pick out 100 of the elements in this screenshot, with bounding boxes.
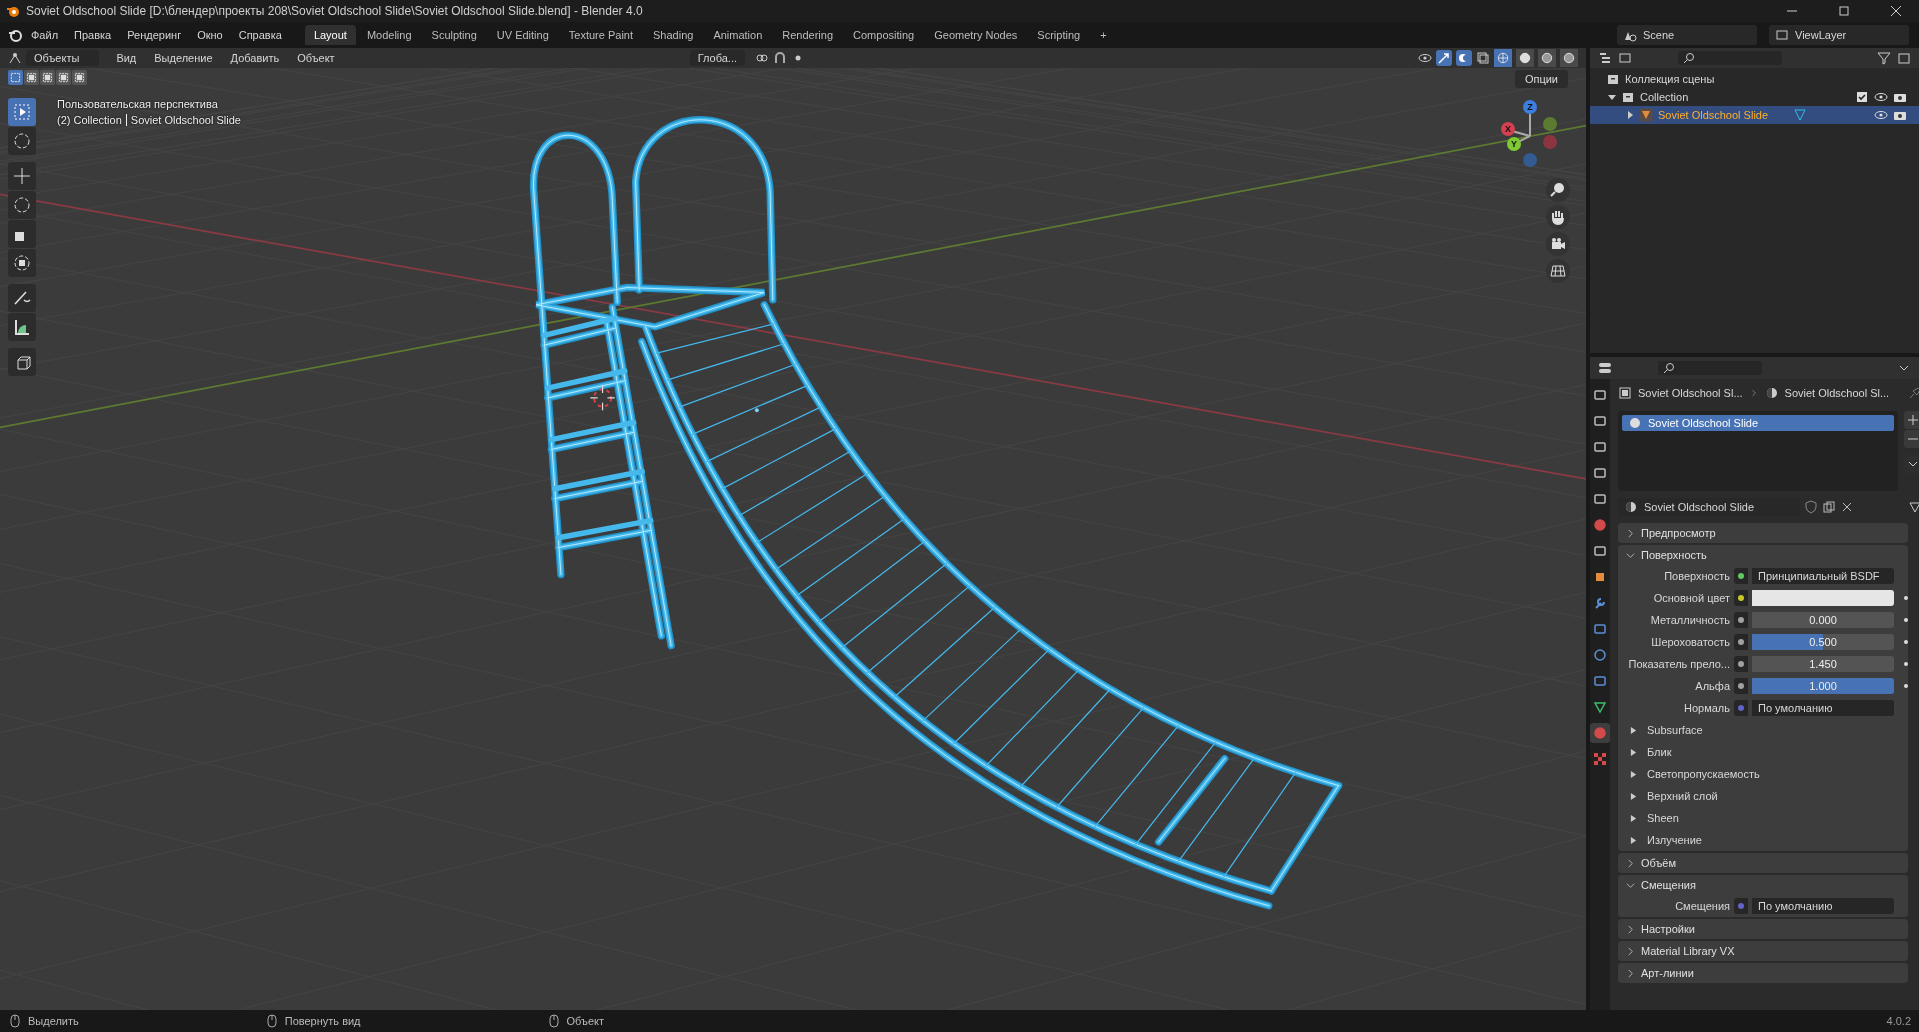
- selection-mode-button[interactable]: [8, 70, 23, 85]
- annotate-icon[interactable]: [8, 284, 36, 312]
- scene-field[interactable]: Scene: [1617, 25, 1757, 45]
- outliner-row[interactable]: Collection: [1590, 88, 1919, 106]
- rotate-icon[interactable]: [8, 191, 36, 219]
- z-axis-handle[interactable]: Z: [1523, 100, 1537, 114]
- new-collection-icon[interactable]: [1897, 51, 1911, 65]
- transform-icon[interactable]: [8, 249, 36, 277]
- options-dropdown[interactable]: Опции: [1514, 70, 1568, 88]
- eye-icon[interactable]: [1418, 51, 1432, 65]
- expand-triangle-icon[interactable]: [1630, 814, 1637, 822]
- scale-icon[interactable]: [8, 220, 36, 248]
- pivot-icon[interactable]: [755, 51, 769, 65]
- selection-mode-button[interactable]: [24, 70, 39, 85]
- view-layer-field[interactable]: ViewLayer: [1769, 25, 1909, 45]
- axis-handle[interactable]: [1523, 153, 1537, 167]
- menu-item[interactable]: Окно: [190, 27, 230, 43]
- workspace-tab[interactable]: Scripting: [1028, 25, 1090, 45]
- workspace-tab[interactable]: Layout: [304, 25, 356, 45]
- outliner-row[interactable]: Коллекция сцены: [1590, 70, 1919, 88]
- material-slot[interactable]: Soviet Oldschool Slide: [1622, 415, 1894, 431]
- mode-dropdown[interactable]: Объекты: [26, 50, 100, 66]
- menu-item[interactable]: Рендеринг: [120, 27, 189, 43]
- panel-header[interactable]: Поверхность: [1618, 545, 1908, 565]
- workspace-tab[interactable]: UV Editing: [487, 25, 558, 45]
- zoom-icon[interactable]: [1546, 178, 1570, 202]
- panel-header[interactable]: Арт-линии: [1618, 963, 1908, 983]
- subpanel-header[interactable]: Светопропускаемость: [1647, 768, 1760, 780]
- shield-icon[interactable]: [1804, 500, 1818, 514]
- workspace-tab[interactable]: Animation: [704, 25, 772, 45]
- keyframe-dot-icon[interactable]: [1904, 662, 1908, 666]
- material-name-field[interactable]: Soviet Oldschool Slide: [1618, 498, 1800, 516]
- pin-icon[interactable]: [1908, 386, 1919, 400]
- x-axis-handle[interactable]: X: [1501, 122, 1515, 136]
- move-icon[interactable]: [8, 162, 36, 190]
- disclosure-triangle-icon[interactable]: [1608, 93, 1616, 101]
- shading-mode-button[interactable]: [1538, 49, 1556, 67]
- properties-editor-icon[interactable]: [1598, 361, 1612, 375]
- 3d-cursor-icon[interactable]: [589, 385, 616, 411]
- overlays-icon[interactable]: [1456, 50, 1472, 66]
- display-mode-icon[interactable]: [1618, 51, 1632, 65]
- keyframe-dot-icon[interactable]: [1904, 684, 1908, 688]
- workspace-tab[interactable]: Geometry Nodes: [925, 25, 1027, 45]
- select-box-icon[interactable]: [8, 98, 36, 126]
- selection-mode-button[interactable]: [72, 70, 87, 85]
- color-swatch[interactable]: [1752, 590, 1894, 606]
- subpanel-header[interactable]: Subsurface: [1647, 724, 1703, 736]
- expand-triangle-icon[interactable]: [1630, 770, 1637, 778]
- subpanel-header[interactable]: Блик: [1647, 746, 1672, 758]
- close-icon[interactable]: [1840, 500, 1854, 514]
- value-slider[interactable]: 1.000: [1752, 678, 1894, 694]
- value-slider[interactable]: 0.500: [1752, 634, 1894, 650]
- socket-icon[interactable]: [1734, 656, 1748, 672]
- magnet-icon[interactable]: [773, 51, 787, 65]
- duplicate-icon[interactable]: [1822, 500, 1836, 514]
- triangle-filter-icon[interactable]: [1908, 500, 1919, 514]
- filter-icon[interactable]: [1877, 51, 1891, 65]
- blender-logo-icon[interactable]: [8, 28, 22, 42]
- expand-triangle-icon[interactable]: [1630, 726, 1637, 734]
- selection-mode-button[interactable]: [56, 70, 71, 85]
- axis-handle[interactable]: [1543, 117, 1557, 131]
- menu-item[interactable]: Справка: [231, 27, 289, 43]
- socket-icon[interactable]: [1734, 590, 1748, 606]
- grid-icon[interactable]: [1546, 259, 1570, 283]
- workspace-tab[interactable]: Shading: [644, 25, 703, 45]
- menu-item[interactable]: Правка: [67, 27, 119, 43]
- keyframe-dot-icon[interactable]: [1904, 640, 1908, 644]
- menu-item[interactable]: Выделение: [147, 50, 220, 66]
- maximize-icon[interactable]: [1838, 5, 1850, 17]
- checkbox-icon[interactable]: [1855, 90, 1869, 104]
- selection-mode-button[interactable]: [40, 70, 55, 85]
- cursor-icon[interactable]: [8, 127, 36, 155]
- editor-type-icon[interactable]: [8, 51, 22, 65]
- keyframe-dot-icon[interactable]: [1904, 618, 1908, 622]
- workspace-tab[interactable]: Rendering: [773, 25, 843, 45]
- panel-header[interactable]: Объём: [1618, 853, 1908, 873]
- node-link-field[interactable]: Принципиальный BSDF: [1752, 568, 1894, 584]
- shading-mode-button[interactable]: [1560, 49, 1578, 67]
- menu-item[interactable]: Вид: [109, 50, 144, 66]
- subpanel-header[interactable]: Излучение: [1647, 834, 1702, 846]
- expand-triangle-icon[interactable]: [1630, 836, 1637, 844]
- gizmo-toggle-icon[interactable]: [1436, 50, 1452, 66]
- number-field[interactable]: 0.000: [1752, 612, 1894, 628]
- panel-header[interactable]: Material Library VX: [1618, 941, 1908, 961]
- keyframe-dot-icon[interactable]: [1904, 596, 1908, 600]
- remove-icon[interactable]: [1904, 430, 1919, 448]
- outliner-icon[interactable]: [1598, 51, 1612, 65]
- eye-icon[interactable]: [1874, 90, 1888, 104]
- measure-icon[interactable]: [8, 313, 36, 341]
- panel-header[interactable]: Смещения: [1618, 875, 1908, 895]
- expand-triangle-icon[interactable]: [1630, 792, 1637, 800]
- workspace-tab[interactable]: Sculpting: [422, 25, 486, 45]
- y-axis-handle[interactable]: Y: [1507, 137, 1521, 151]
- menu-item[interactable]: Файл: [24, 27, 66, 43]
- close-icon[interactable]: [1890, 5, 1902, 17]
- socket-icon[interactable]: [1734, 612, 1748, 628]
- add-workspace-button[interactable]: +: [1091, 25, 1116, 45]
- mesh-data-icon[interactable]: [1793, 108, 1808, 122]
- workspace-tab[interactable]: Compositing: [844, 25, 924, 45]
- xray-icon[interactable]: [1476, 51, 1490, 65]
